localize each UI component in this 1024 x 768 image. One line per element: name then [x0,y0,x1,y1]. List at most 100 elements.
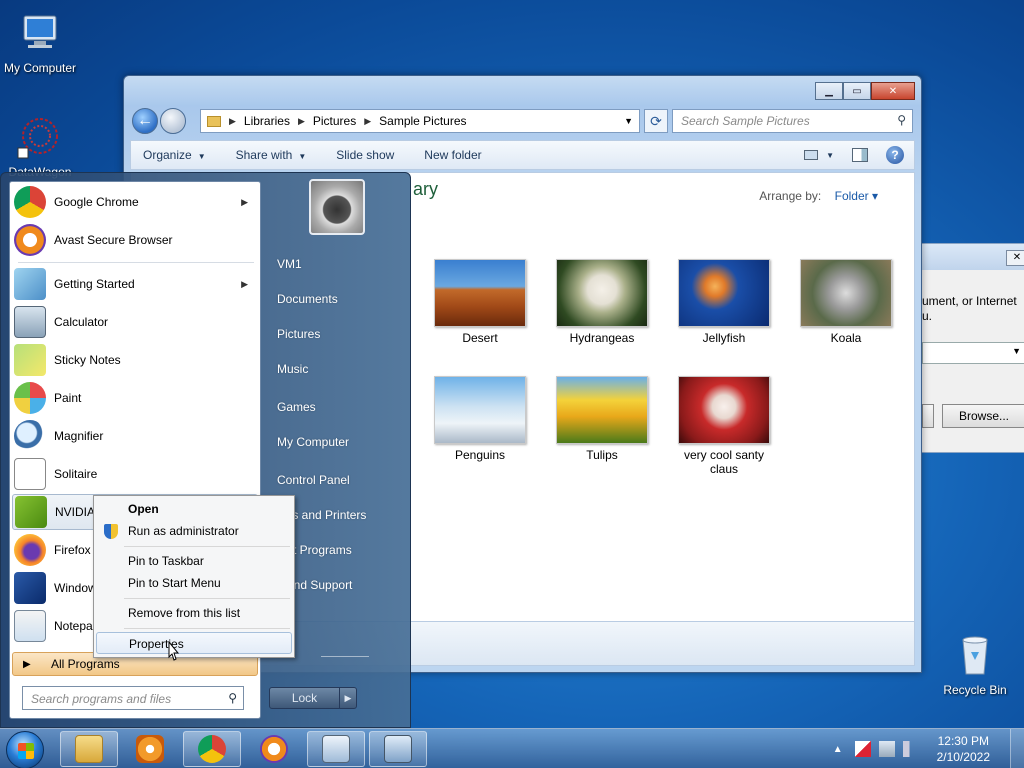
program-magnifier[interactable]: Magnifier [12,418,258,454]
breadcrumb-libraries[interactable]: Libraries [244,114,290,128]
taskbar-explorer[interactable] [60,731,118,767]
separator [124,598,290,599]
start-link-vm1[interactable]: VM1 [277,257,302,271]
context-pin-to-taskbar[interactable]: Pin to Taskbar [96,550,292,572]
refresh-icon[interactable]: ⟳ [644,109,668,133]
picture-jellyfish[interactable]: Jellyfish [669,259,779,345]
picture-very-cool-santy-claus[interactable]: very cool santy claus [669,376,779,476]
taskbar-control-panel[interactable] [369,731,427,767]
start-link-music[interactable]: Music [277,362,308,376]
control-panel-icon [384,735,412,763]
picture-hydrangeas[interactable]: Hydrangeas [547,259,657,345]
command-bar: Organize ▼ Share with ▼ Slide show New fol… [130,140,915,170]
penguins-thumbnail [434,376,526,444]
preview-pane-icon[interactable] [852,148,868,162]
organize-button[interactable]: Organize ▼ [143,148,206,162]
program-calculator[interactable]: Calculator [12,304,258,340]
picture-desert[interactable]: Desert [425,259,535,345]
new-folder-button[interactable]: New folder [424,148,481,162]
taskbar-media-player[interactable] [121,731,179,767]
minimize-button[interactable]: ▁ [815,82,843,100]
breadcrumb-sample-pictures[interactable]: Sample Pictures [379,114,466,128]
santa-thumbnail [678,376,770,444]
program-avast-secure-browser[interactable]: Avast Secure Browser [12,222,258,258]
avast-browser-icon [14,224,46,256]
magnifier-icon [14,420,46,452]
program-google-chrome[interactable]: Google Chrome ▶ [12,184,258,220]
media-player-icon [136,735,164,763]
start-link-pictures[interactable]: Pictures [277,327,320,341]
datawagon-icon [17,118,58,159]
picture-penguins[interactable]: Penguins [425,376,535,462]
desktop-icon-datawagon[interactable]: DataWagon [0,112,80,179]
help-icon[interactable]: ? [886,146,904,164]
chevron-down-icon[interactable]: ▼ [624,116,633,126]
forward-button[interactable] [160,108,186,134]
chevron-down-icon: ▼ [1012,346,1021,356]
taskbar-avast-browser[interactable] [245,731,303,767]
shutdown-options-icon[interactable]: ▶ [340,688,356,708]
chrome-icon [14,186,46,218]
start-link-control-panel[interactable]: Control Panel [277,473,350,487]
lock-button[interactable]: Lock ▶ [269,687,357,709]
hydrangeas-thumbnail [556,259,648,327]
program-getting-started[interactable]: Getting Started ▶ [12,266,258,302]
chrome-icon [198,735,226,763]
calculator-icon [14,306,46,338]
share-with-button[interactable]: Share with ▼ [236,148,307,162]
view-controls: ▼ ? [804,146,904,164]
close-button[interactable]: ✕ [871,82,915,100]
show-hidden-icons[interactable]: ▲ [833,744,843,755]
clock[interactable]: 12:30 PM 2/10/2022 [937,733,990,765]
context-remove-from-list[interactable]: Remove from this list [96,602,292,624]
library-title: ary [413,179,439,199]
chevron-right-icon: ▶ [241,278,248,289]
context-open[interactable]: Open [96,498,292,520]
picture-koala[interactable]: Koala [791,259,901,345]
start-link-my-computer[interactable]: My Computer [277,435,349,449]
back-button[interactable]: ← [132,108,158,134]
context-run-as-administrator[interactable]: Run as administrator [96,520,292,542]
network-icon[interactable] [878,741,895,757]
desktop-icon-my-computer[interactable]: My Computer [0,8,80,75]
dialog-dropdown[interactable]: ▼ [922,342,1024,364]
start-button[interactable] [6,731,44,768]
maximize-button[interactable]: ▭ [843,82,871,100]
firefox-icon [14,534,46,566]
taskbar-app-window[interactable] [307,731,365,767]
desert-thumbnail [434,259,526,327]
user-picture[interactable] [309,179,365,235]
dialog-button[interactable] [922,404,934,428]
desktop-icon-recycle-bin[interactable]: Recycle Bin [935,630,1015,697]
volume-icon[interactable] [902,741,919,757]
browse-button[interactable]: Browse... [942,404,1024,428]
start-link-documents[interactable]: Documents [277,292,338,306]
close-icon[interactable]: ✕ [1006,250,1024,266]
context-properties[interactable]: Properties [96,632,292,654]
clock-time: 12:30 PM [937,734,989,748]
chevron-down-icon[interactable]: ▼ [826,151,834,160]
clock-date: 2/10/2022 [936,750,990,764]
program-paint[interactable]: Paint [12,380,258,416]
slide-show-button[interactable]: Slide show [336,148,394,162]
arrange-by-dropdown[interactable]: Folder ▾ [835,189,878,203]
paint-icon [14,382,46,414]
background-dialog: ✕ ument, or Internet u. ▼ Browse... [921,243,1024,453]
start-link-games[interactable]: Games [277,400,316,414]
program-solitaire[interactable]: Solitaire [12,456,258,492]
program-sticky-notes[interactable]: Sticky Notes [12,342,258,378]
picture-tulips[interactable]: Tulips [547,376,657,462]
getting-started-icon [14,268,46,300]
start-search-input[interactable]: Search programs and files ⚲ [22,686,244,710]
search-input[interactable]: Search Sample Pictures ⚲ [672,109,913,133]
show-desktop-button[interactable] [1010,729,1024,768]
powershell-icon [14,572,46,604]
taskbar-chrome[interactable] [183,731,241,767]
breadcrumb-pictures[interactable]: Pictures [313,114,356,128]
view-options-icon[interactable] [804,150,819,160]
address-bar[interactable]: ▶ Libraries ▶ Pictures ▶ Sample Pictures… [200,109,640,133]
chevron-right-icon: ▶ [364,115,372,126]
action-center-icon[interactable] [854,741,871,757]
context-pin-to-start-menu[interactable]: Pin to Start Menu [96,572,292,594]
desktop-icon-label: Recycle Bin [943,683,1007,697]
